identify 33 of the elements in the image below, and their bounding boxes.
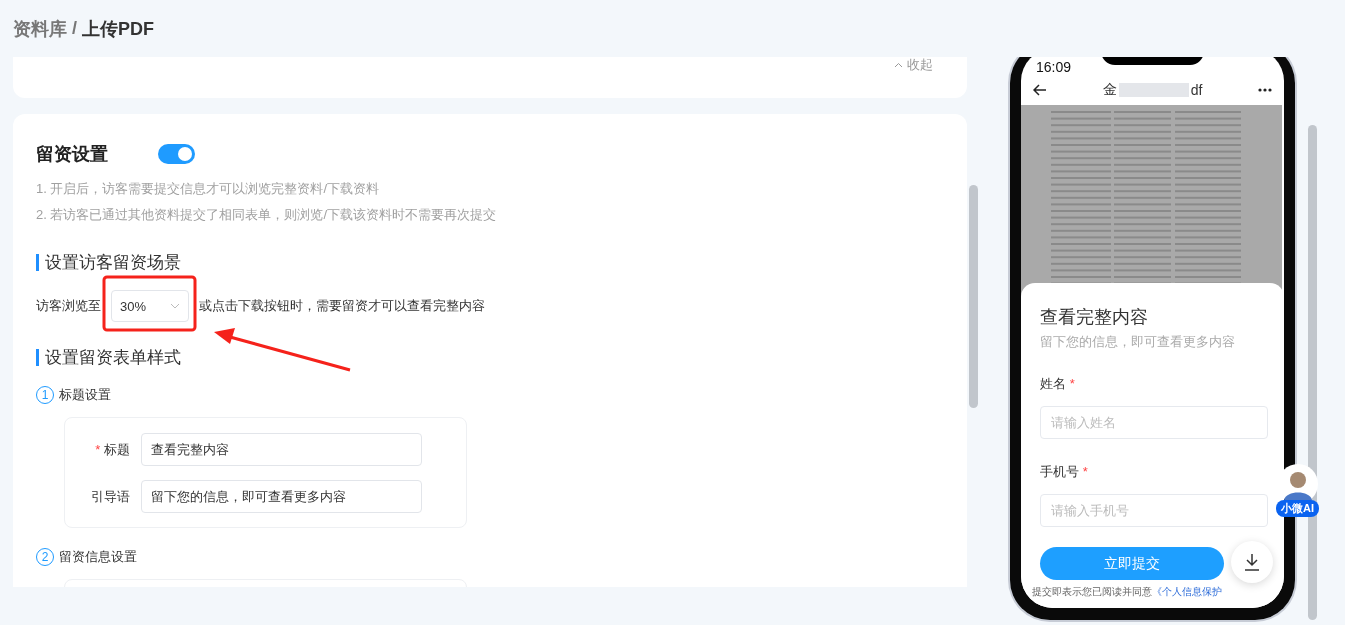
agreement-text: 提交即表示您已阅读并同意 <box>1032 586 1152 599</box>
note-text: 2. 若访客已通过其他资料提交了相同表单，则浏览/下载该资料时不需要再次提交 <box>36 206 498 224</box>
scene-label: 访客浏览至 <box>36 297 101 315</box>
document-title: 金 <box>1102 81 1117 99</box>
input-field[interactable]: 请输入手机号 <box>1040 494 1268 527</box>
field-label: * 标题 <box>94 440 130 459</box>
step-label: 留资信息设置 <box>59 548 137 566</box>
input-field[interactable]: 留下您的信息，即可查看更多内容 <box>141 480 422 513</box>
sheet-subtitle: 留下您的信息，即可查看更多内容 <box>1040 333 1236 351</box>
collapse-link[interactable]: 收起 <box>894 57 933 74</box>
breadcrumb-link[interactable]: 资料库 <box>13 16 67 41</box>
sheet-title: 查看完整内容 <box>1040 306 1149 329</box>
note-text: 1. 开启后，访客需要提交信息才可以浏览完整资料/下载资料 <box>36 180 381 198</box>
submit-button[interactable]: 立即提交 <box>1040 547 1224 580</box>
field-label: 姓名 * <box>1040 375 1076 393</box>
document-title: df <box>1190 82 1203 98</box>
percent-select[interactable]: 30% <box>111 290 189 322</box>
breadcrumb-separator: / <box>72 18 77 39</box>
section-title: 留资设置 <box>36 143 108 166</box>
status-time: 16:09 <box>1036 59 1072 75</box>
field-label: 手机号 * <box>1040 463 1089 481</box>
section-heading: 设置访客留资场景 <box>36 254 944 271</box>
field-label: 引导语 <box>90 487 130 506</box>
scene-text: 或点击下载按钮时，需要留资才可以查看完整内容 <box>199 297 485 315</box>
section-heading: 设置留资表单样式 <box>36 349 944 366</box>
required-mark: * <box>1069 376 1075 391</box>
privacy-link[interactable]: 《个人信息保护 <box>1152 586 1222 599</box>
required-mark: * <box>95 441 101 457</box>
page-title: 上传PDF <box>82 17 154 41</box>
required-mark: * <box>1082 464 1088 479</box>
step-label: 标题设置 <box>59 386 111 404</box>
input-field[interactable]: 请输入姓名 <box>1040 406 1268 439</box>
input-field[interactable]: 查看完整内容 <box>141 433 422 466</box>
